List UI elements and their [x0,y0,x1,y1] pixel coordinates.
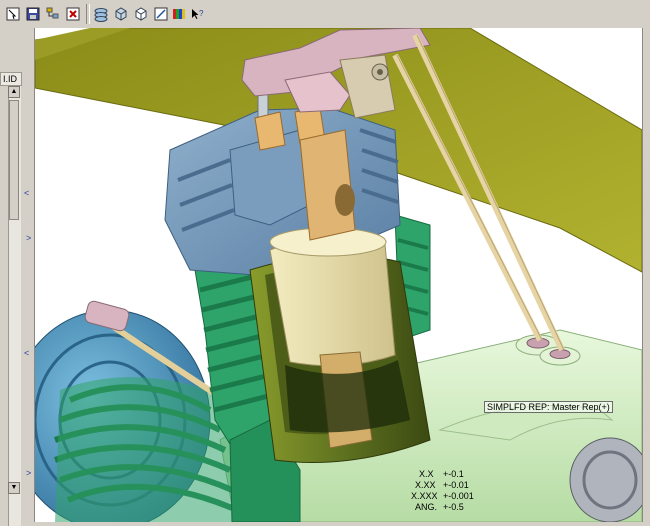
svg-text:?: ? [199,9,204,18]
model-tree-panel: I.ID ▲ ▼ < > < > [0,28,35,526]
right-panel-edge [642,28,650,522]
tolerance-label: X.XX [415,480,436,490]
toolbar-separator [86,4,90,24]
collapse-arrow-icon[interactable]: < [24,188,29,198]
tolerance-label: X.X [419,469,434,479]
tolerance-label: X.XXX [411,491,438,501]
color-palette-icon[interactable] [170,5,188,23]
tolerance-value: +-0.001 [443,491,474,501]
scrollbar-thumb[interactable] [9,100,19,220]
named-view-icon[interactable] [152,5,170,23]
graphics-viewport[interactable]: SIMPLFD REP: Master Rep(+) X.X +-0.1 X.X… [35,28,642,522]
expand-arrow-icon[interactable]: > [26,233,31,243]
scroll-up-arrow[interactable]: ▲ [8,86,20,98]
cube-outline-icon[interactable] [132,5,150,23]
close-window-icon[interactable] [64,5,82,23]
expand-arrow-icon[interactable]: > [26,468,31,478]
collapse-arrow-icon[interactable]: < [24,348,29,358]
tolerance-value: +-0.5 [443,502,464,512]
context-help-icon[interactable]: ? [188,5,206,23]
layers-icon[interactable] [92,5,110,23]
tolerance-label: ANG. [415,502,438,512]
select-icon[interactable] [4,5,22,23]
column-header-id[interactable]: I.ID [0,72,22,86]
save-icon[interactable] [24,5,42,23]
engine-model-render [35,28,642,522]
simplified-rep-label: SIMPLFD REP: Master Rep(+) [484,401,613,413]
tolerance-value: +-0.1 [443,469,464,479]
shaded-cube-icon[interactable] [112,5,130,23]
main-toolbar: ? [0,0,650,29]
tree-icon[interactable] [44,5,62,23]
scroll-down-arrow[interactable]: ▼ [8,482,20,494]
tolerance-value: +-0.01 [443,480,469,490]
